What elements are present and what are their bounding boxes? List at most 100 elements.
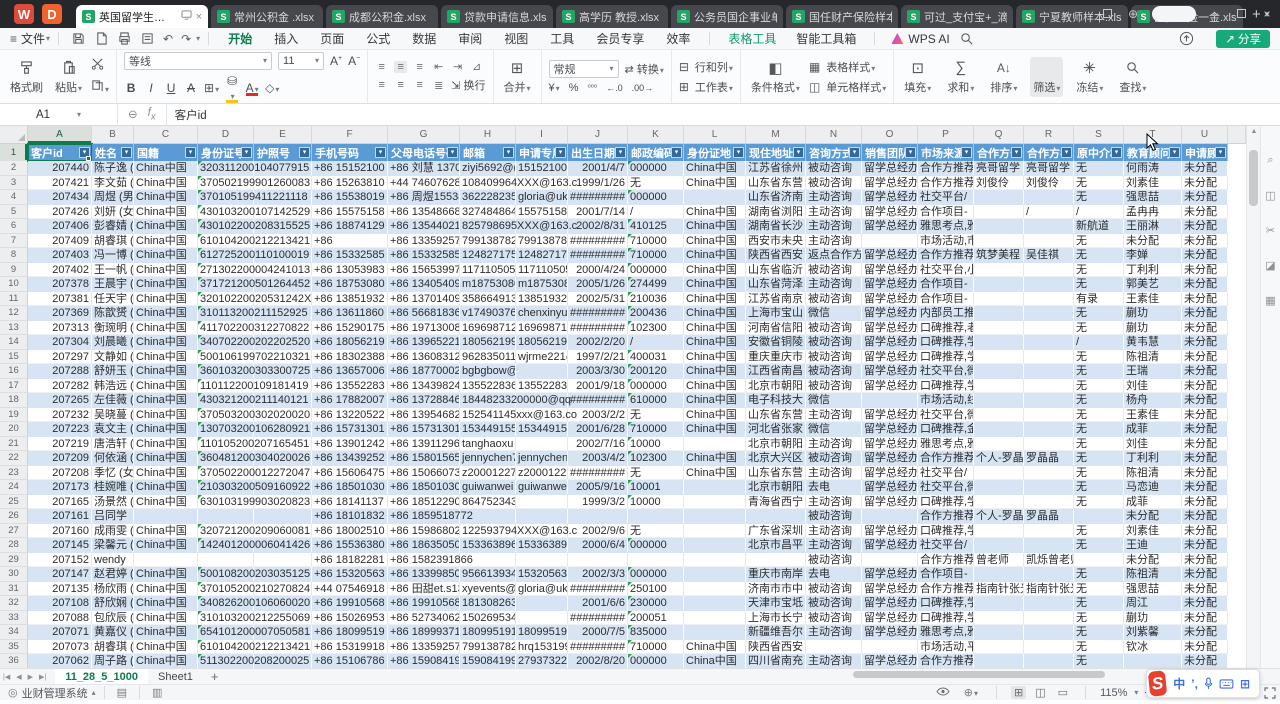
grid-cell[interactable]: 2002/7/16	[568, 437, 628, 452]
grid-cell[interactable]	[974, 205, 1024, 220]
grid-cell[interactable]: 207265	[28, 393, 92, 408]
header-cell-A[interactable]: 客户id▾	[28, 144, 92, 161]
grid-cell[interactable]: 207434	[28, 190, 92, 205]
grid-cell[interactable]	[1024, 292, 1074, 307]
grid-cell[interactable]: 2005/1/26	[568, 277, 628, 292]
grid-cell[interactable]: China中国	[134, 190, 198, 205]
grid-cell[interactable]: 400031	[628, 350, 684, 365]
grid-cell[interactable]	[516, 509, 568, 524]
file-tab[interactable]: S贷款申请信息.xlsx	[441, 5, 553, 28]
find-button[interactable]: 查找▾	[1116, 57, 1149, 97]
normal-view-icon[interactable]: ⊞	[1011, 686, 1026, 699]
grid-cell[interactable]: 个人-罗晶	[974, 451, 1024, 466]
grid-cell[interactable]: 冯一博 (男	[92, 248, 134, 263]
grid-cell[interactable]: 无	[1074, 480, 1124, 495]
grid-cell[interactable]: +86 1565399710	[388, 263, 460, 278]
row-header-3[interactable]: 3	[0, 176, 28, 191]
grid-cell[interactable]: +86 1354866895	[388, 205, 460, 220]
grid-cell[interactable]: 成菲	[1124, 495, 1182, 510]
grid-cell[interactable]: China中国	[134, 640, 198, 655]
grid-cell[interactable]: 口碑推荐,学	[918, 379, 974, 394]
col-header-J[interactable]: J	[568, 126, 628, 144]
grid-cell[interactable]: China中国	[684, 654, 746, 668]
grid-cell[interactable]: 成雨雯 (女	[92, 524, 134, 539]
grid-cell[interactable]: 无	[1074, 422, 1124, 437]
grid-cell[interactable]: 000000	[628, 379, 684, 394]
grid-cell[interactable]	[1024, 219, 1074, 234]
grid-cell[interactable]: 207426	[28, 205, 92, 220]
row-header-25[interactable]: 25	[0, 495, 28, 510]
thousands-icon[interactable]: ⁰⁰⁰	[587, 83, 597, 92]
grid-cell[interactable]: 未分配	[1182, 190, 1228, 205]
copy-icon[interactable]: ▾	[91, 79, 109, 97]
grid-cell[interactable]: 陕西省西安	[746, 248, 806, 263]
grid-cell[interactable]: hrq153199	[516, 640, 568, 655]
grid-cell[interactable]: +86 1582391866	[388, 553, 460, 568]
grid-cell[interactable]: 430102200208315525	[198, 219, 254, 234]
row-header-4[interactable]: 4	[0, 190, 28, 205]
grid-cell[interactable]	[516, 495, 568, 510]
grid-cell[interactable]: 留学总经办	[862, 335, 918, 350]
grid-cell[interactable]	[1024, 524, 1074, 539]
grid-cell[interactable]	[1024, 190, 1074, 205]
header-cell-L[interactable]: 身份证地▾	[684, 144, 746, 161]
grid-cell[interactable]: #########	[568, 234, 628, 249]
grid-cell[interactable]: 无	[1074, 538, 1124, 553]
grid-cell[interactable]: 169698712	[516, 321, 568, 336]
grid-cell[interactable]: 杨舟	[1124, 393, 1182, 408]
grid-cell[interactable]: +86 1877000215	[388, 364, 460, 379]
grid-cell[interactable]: #########	[568, 321, 628, 336]
grid-cell[interactable]: China中国	[134, 321, 198, 336]
grid-cell[interactable]: China中国	[684, 364, 746, 379]
justify-icon[interactable]: ≣	[432, 79, 445, 92]
tab-smart-toolbox[interactable]: 智能工具箱	[796, 30, 856, 47]
grid-cell[interactable]: China中国	[134, 306, 198, 321]
grid-cell[interactable]: +86 13220522	[312, 408, 388, 423]
grid-cell[interactable]: 未分配	[1182, 451, 1228, 466]
menu-item-视图[interactable]: 视图	[504, 30, 528, 47]
grid-cell[interactable]: 138519326	[516, 292, 568, 307]
rail-chart-icon[interactable]: ◪	[1265, 259, 1275, 272]
grid-cell[interactable]: 207369	[28, 306, 92, 321]
grid-cell[interactable]: +86 1580156591	[388, 451, 460, 466]
grid-cell[interactable]: 任天宇 (女	[92, 292, 134, 307]
grid-cell[interactable]: 2003/3/30	[568, 364, 628, 379]
grid-cell[interactable]: 市场活动,平	[918, 640, 974, 655]
grid-cell[interactable]: 无	[1074, 306, 1124, 321]
grid-cell[interactable]: 新航道	[1074, 219, 1124, 234]
rail-cut-icon[interactable]: ✂	[1266, 224, 1275, 237]
grid-cell[interactable]: 周子路 (女	[92, 654, 134, 668]
grid-cell[interactable]: 被动咨询	[806, 364, 862, 379]
grid-cell[interactable]: 山东省东营	[746, 408, 806, 423]
grid-cell[interactable]: guiwanwei	[460, 480, 516, 495]
grid-cell[interactable]: 马恋迪	[1124, 480, 1182, 495]
header-cell-S[interactable]: 原中介机▾	[1074, 144, 1124, 161]
grid-cell[interactable]: 200051	[628, 611, 684, 626]
grid-cell[interactable]: 2003/4/2	[568, 451, 628, 466]
grid-cell[interactable]: 重庆重庆市	[746, 350, 806, 365]
grid-cell[interactable]: 被动咨询	[806, 451, 862, 466]
grid-cell[interactable]: 340702200202202520	[198, 335, 254, 350]
grid-cell[interactable]	[1024, 567, 1074, 582]
grid-cell[interactable]	[628, 553, 684, 568]
grid-cell[interactable]: +86 18141137	[312, 495, 388, 510]
grid-cell[interactable]: China中国	[134, 335, 198, 350]
grid-cell[interactable]: 250100	[628, 582, 684, 597]
grid-cell[interactable]: 社交平台/	[918, 466, 974, 481]
grid-cell[interactable]: wendy	[92, 553, 134, 568]
grid-cell[interactable]: 1813082635	[460, 596, 516, 611]
grid-cell[interactable]: +86 15320563	[312, 567, 388, 582]
grid-cell[interactable]: 135522836	[516, 379, 568, 394]
conditional-format-button[interactable]: ◧ 条件格式▾	[748, 57, 803, 97]
grid-cell[interactable]: 169698712	[460, 321, 516, 336]
grid-cell[interactable]: 271302200004241013	[198, 263, 254, 278]
grid-cell[interactable]: 留学总经办	[862, 408, 918, 423]
grid-cell[interactable]: 未分配	[1182, 553, 1228, 568]
grid-cell[interactable]: China中国	[134, 654, 198, 668]
search-icon[interactable]	[960, 32, 973, 45]
grid-cell[interactable]: +86 13901242	[312, 437, 388, 452]
grid-cell[interactable]	[974, 654, 1024, 668]
grid-cell[interactable]	[974, 190, 1024, 205]
grid-cell[interactable]: 2005/9/16	[568, 480, 628, 495]
grid-cell[interactable]: 彭睿婧 (女	[92, 219, 134, 234]
